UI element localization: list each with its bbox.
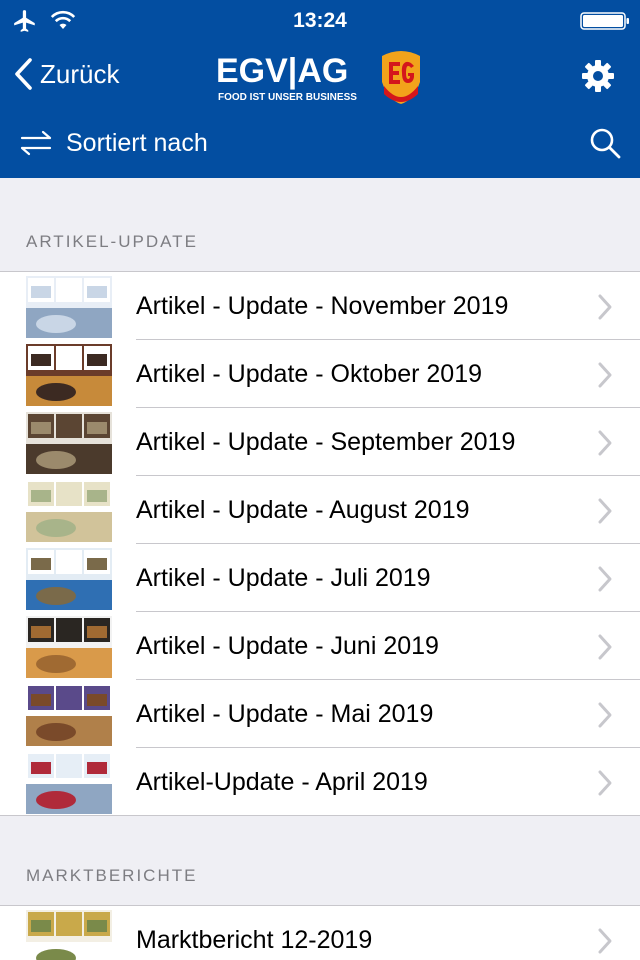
chevron-right-icon — [597, 293, 613, 321]
chevron-right-icon — [597, 769, 613, 797]
list-item[interactable]: Marktbericht 12-2019 — [0, 906, 640, 960]
search-icon[interactable] — [588, 126, 622, 160]
section-header-marktberichte: MARKTBERICHTE — [26, 866, 198, 885]
list-item-label: Artikel - Update - Mai 2019 — [136, 700, 434, 728]
sort-label[interactable]: Sortiert nach — [66, 129, 208, 158]
logo-wordmark: EGV|AG — [216, 52, 349, 90]
list-item-label: Artikel - Update - Juli 2019 — [136, 564, 431, 592]
navigation-bar: Zurück EGV|AG FOOD IST UNSER BUSINESS — [0, 40, 640, 108]
sort-search-bar: Sortiert nach — [0, 108, 640, 178]
list-item[interactable]: Artikel - Update - Oktober 2019 — [0, 340, 640, 408]
list-item-label: Artikel - Update - November 2019 — [136, 292, 509, 320]
chevron-right-icon — [597, 701, 613, 729]
chevron-right-icon — [597, 497, 613, 525]
logo-tagline: FOOD IST UNSER BUSINESS — [218, 92, 357, 103]
sort-arrows-icon[interactable] — [18, 128, 54, 158]
list-item[interactable]: Artikel - Update - Juli 2019 — [0, 544, 640, 612]
settings-gear-icon[interactable] — [580, 58, 616, 94]
list-item[interactable]: Artikel - Update - August 2019 — [0, 476, 640, 544]
row-separator — [0, 815, 640, 816]
back-label: Zurück — [40, 58, 120, 89]
chevron-right-icon — [597, 429, 613, 457]
status-bar: 13:24 — [0, 0, 640, 40]
egv-logo: EGV|AG FOOD IST UNSER BUSINESS — [216, 48, 426, 106]
app-header: 13:24 Zurück EGV|AG FOOD IST UNSER BUSIN… — [0, 0, 640, 108]
chevron-right-icon — [597, 565, 613, 593]
chevron-right-icon — [597, 633, 613, 661]
artikel-update-list: Artikel - Update - November 2019 Artikel … — [0, 271, 640, 816]
back-button[interactable]: Zurück — [12, 54, 119, 94]
thumbnail-image — [26, 616, 112, 678]
marktberichte-list: Marktbericht 12-2019 — [0, 905, 640, 960]
battery-icon — [580, 12, 629, 30]
chevron-right-icon — [597, 927, 613, 955]
list-item-label: Artikel - Update - August 2019 — [136, 496, 470, 524]
thumbnail-image — [26, 276, 112, 338]
thumbnail-image — [26, 480, 112, 542]
list-item-label: Artikel - Update - Juni 2019 — [136, 632, 439, 660]
list-item[interactable]: Artikel - Update - November 2019 — [0, 272, 640, 340]
list-item-label: Artikel-Update - April 2019 — [136, 768, 428, 796]
thumbnail-image — [26, 548, 112, 610]
section-header-artikel-update: ARTIKEL-UPDATE — [26, 232, 198, 251]
thumbnail-image — [26, 752, 112, 814]
list-item[interactable]: Artikel - Update - September 2019 — [0, 408, 640, 476]
list-item-label: Artikel - Update - September 2019 — [136, 428, 516, 456]
thumbnail-image — [26, 684, 112, 746]
list-item-label: Artikel - Update - Oktober 2019 — [136, 360, 482, 388]
chevron-right-icon — [597, 361, 613, 389]
status-time: 13:24 — [293, 9, 347, 32]
list-item[interactable]: Artikel-Update - April 2019 — [0, 748, 640, 816]
list-item-label: Marktbericht 12-2019 — [136, 926, 373, 954]
thumbnail-image — [26, 412, 112, 474]
list-item[interactable]: Artikel - Update - Mai 2019 — [0, 680, 640, 748]
thumbnail-image — [26, 344, 112, 406]
list-item[interactable]: Artikel - Update - Juni 2019 — [0, 612, 640, 680]
thumbnail-image — [26, 910, 112, 960]
eg-emblem-icon — [382, 51, 420, 104]
chevron-left-icon — [15, 58, 32, 90]
